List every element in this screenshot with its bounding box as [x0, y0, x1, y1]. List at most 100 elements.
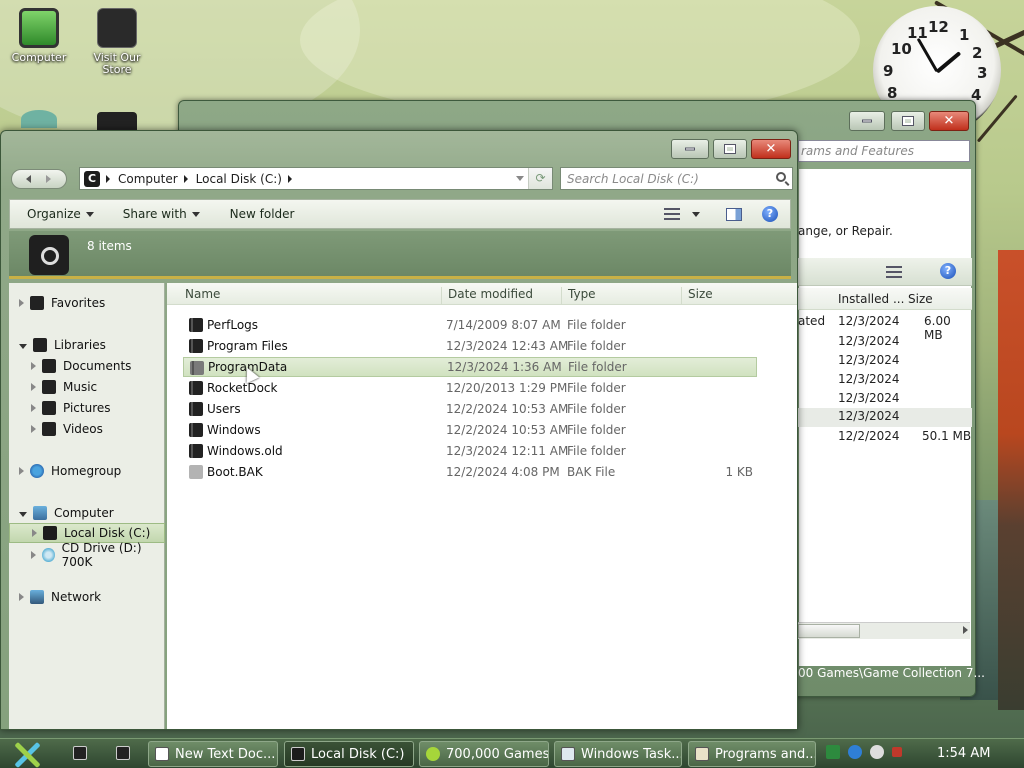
refresh-icon[interactable]: ⟳	[528, 168, 552, 189]
column-type[interactable]: Type	[561, 287, 681, 305]
file-name: PerfLogs	[207, 318, 259, 332]
new-folder-button[interactable]: New folder	[230, 207, 295, 221]
maximize-button[interactable]	[891, 111, 925, 131]
tray-network-icon[interactable]	[848, 745, 862, 759]
preview-pane-icon[interactable]	[726, 207, 742, 221]
view-options-icon[interactable]	[886, 266, 902, 278]
file-row[interactable]: Users 12/2/2024 10:53 AM File folder	[183, 399, 757, 419]
nav-pictures[interactable]: Pictures	[9, 398, 165, 418]
expand-arrow-icon[interactable]	[31, 362, 36, 370]
desktop-icon-computer[interactable]: Computer	[4, 8, 74, 64]
file-type: File folder	[567, 402, 626, 416]
search-input[interactable]: Search Local Disk (C:)	[560, 167, 793, 190]
column-installed[interactable]: Installed ...	[838, 292, 904, 306]
forward-arrow-icon[interactable]	[46, 175, 51, 183]
tray-app-icon[interactable]	[826, 745, 840, 759]
horizontal-scrollbar[interactable]	[798, 622, 970, 639]
breadcrumb-separator-icon[interactable]	[183, 174, 188, 183]
nav-favorites[interactable]: Favorites	[9, 293, 165, 313]
nav-libraries[interactable]: Libraries	[9, 335, 165, 355]
taskbar-button-games[interactable]: 700,000 Games	[419, 741, 549, 767]
search-icon[interactable]	[776, 172, 786, 182]
column-size[interactable]: Size	[681, 287, 761, 305]
taskbar-label: Windows Task...	[581, 746, 682, 762]
expand-arrow-icon[interactable]	[19, 299, 24, 307]
list-item[interactable]: ated 12/3/2024 6.00 MB	[798, 314, 972, 342]
list-item[interactable]: 12/3/2024	[798, 408, 972, 427]
view-options-chevron-icon[interactable]	[692, 211, 700, 217]
column-size[interactable]: Size	[908, 292, 933, 306]
programs-search-input[interactable]: rams and Features	[798, 140, 970, 162]
network-icon	[30, 590, 44, 604]
file-icon	[189, 465, 203, 479]
clock-number: 9	[883, 62, 894, 80]
expand-arrow-icon[interactable]	[32, 529, 37, 537]
new-folder-label: New folder	[229, 207, 295, 221]
close-button[interactable]: ✕	[751, 139, 791, 159]
expand-arrow-icon[interactable]	[31, 383, 36, 391]
taskbar-button-task-manager[interactable]: Windows Task...	[554, 741, 682, 767]
file-row-selected[interactable]: ProgramData 12/3/2024 1:36 AM File folde…	[183, 357, 757, 377]
breadcrumb-separator-icon[interactable]	[106, 174, 110, 183]
minimize-button[interactable]	[671, 139, 709, 159]
nav-local-disk[interactable]: Local Disk (C:)	[9, 523, 165, 543]
file-row[interactable]: Windows.old 12/3/2024 12:11 AM File fold…	[183, 441, 757, 461]
file-row[interactable]: Windows 12/2/2024 10:53 AM File folder	[183, 420, 757, 440]
desktop-icon-visit-store[interactable]: Visit Our Store	[82, 8, 152, 76]
taskbar-button-programs[interactable]: Programs and...	[688, 741, 816, 767]
file-row[interactable]: RocketDock 12/20/2013 1:29 PM File folde…	[183, 378, 757, 398]
column-date-modified[interactable]: Date modified	[441, 287, 561, 305]
help-icon[interactable]: ?	[940, 263, 956, 279]
file-row[interactable]: Boot.BAK 12/2/2024 4:08 PM BAK File 1 KB	[183, 462, 757, 482]
close-button[interactable]: ✕	[929, 111, 969, 131]
breadcrumb-separator-icon[interactable]	[287, 174, 292, 183]
close-icon: ✕	[943, 113, 955, 129]
expand-arrow-icon[interactable]	[31, 425, 36, 433]
taskbar-button-notepad[interactable]: New Text Doc...	[148, 741, 278, 767]
collapse-arrow-icon[interactable]	[19, 511, 27, 517]
explorer-window[interactable]: ✕ C Computer Local Disk (C:) ⟳ Search Lo…	[0, 130, 798, 730]
nav-music[interactable]: Music	[9, 377, 165, 397]
maximize-button[interactable]	[713, 139, 747, 159]
back-arrow-icon[interactable]	[26, 175, 31, 183]
scroll-right-arrow[interactable]	[963, 626, 968, 634]
cd-drive-icon	[42, 548, 55, 562]
minimize-button[interactable]	[849, 111, 885, 131]
breadcrumb-computer[interactable]: Computer	[118, 172, 178, 186]
expand-arrow-icon[interactable]	[19, 593, 24, 601]
file-row[interactable]: Program Files 12/3/2024 12:43 AM File fo…	[183, 336, 757, 356]
nav-homegroup[interactable]: Homegroup	[9, 461, 165, 481]
program-size: 6.00 MB	[924, 314, 951, 342]
organize-button[interactable]: Organize	[27, 207, 94, 221]
share-with-button[interactable]: Share with	[123, 207, 200, 221]
share-with-label: Share with	[122, 207, 187, 221]
tray-user-icon[interactable]	[870, 745, 884, 759]
quick-launch-icon[interactable]	[116, 746, 130, 760]
start-button[interactable]	[10, 739, 44, 768]
folder-icon	[189, 381, 203, 395]
expand-arrow-icon[interactable]	[31, 404, 36, 412]
clock-time[interactable]: 1:54 AM	[937, 746, 990, 761]
help-icon[interactable]: ?	[762, 206, 778, 222]
nav-network[interactable]: Network	[9, 587, 165, 607]
column-header: Name Date modified Type Size	[167, 283, 797, 305]
programs-icon	[695, 747, 709, 761]
nav-computer[interactable]: Computer	[9, 503, 165, 523]
taskbar-button-local-disk[interactable]: Local Disk (C:)	[284, 741, 414, 767]
address-bar[interactable]: C Computer Local Disk (C:) ⟳	[79, 167, 553, 190]
column-name[interactable]: Name	[179, 287, 441, 305]
file-row[interactable]: PerfLogs 7/14/2009 8:07 AM File folder	[183, 315, 757, 335]
change-view-icon[interactable]	[664, 208, 680, 220]
breadcrumb-local-disk[interactable]: Local Disk (C:)	[196, 172, 282, 186]
tray-volume-icon[interactable]	[892, 747, 902, 757]
expand-arrow-icon[interactable]	[31, 551, 36, 559]
nav-documents[interactable]: Documents	[9, 356, 165, 376]
nav-videos[interactable]: Videos	[9, 419, 165, 439]
quick-launch-icon[interactable]	[73, 746, 87, 760]
expand-arrow-icon[interactable]	[19, 467, 24, 475]
address-dropdown-icon[interactable]	[516, 176, 524, 181]
desktop-icon-recycle-bin[interactable]	[4, 110, 74, 132]
scrollbar-thumb[interactable]	[798, 624, 860, 638]
collapse-arrow-icon[interactable]	[19, 343, 27, 349]
nav-cd-drive[interactable]: CD Drive (D:) 700K	[9, 541, 165, 569]
